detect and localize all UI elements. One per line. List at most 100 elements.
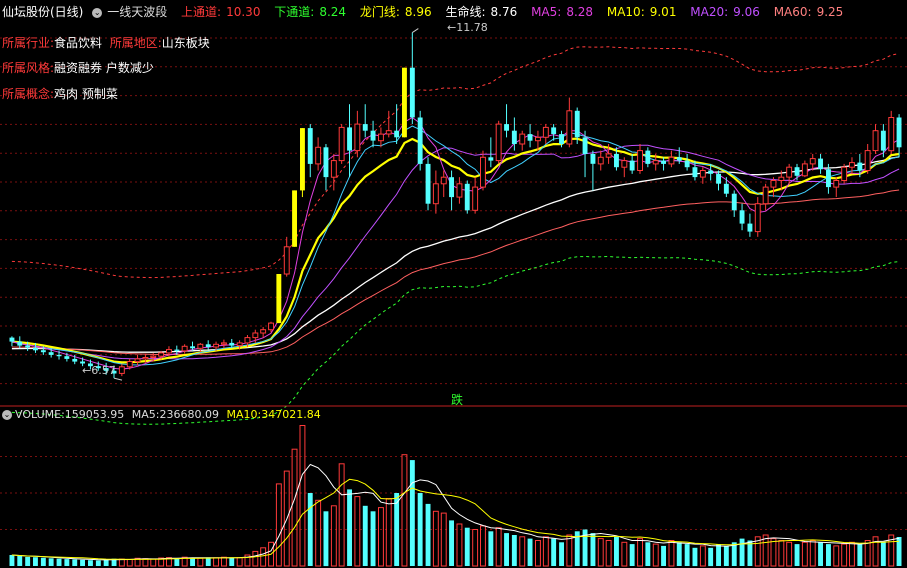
info-row-industry: 所属行业:食品饮料 所属地区:山东板块 [2,35,210,51]
style-label: 所属风格: [2,61,55,75]
volume-bar-down [25,556,31,566]
volume-bar-down [645,542,651,566]
candle-down [229,342,235,346]
candle-up [378,133,384,142]
chevron-down-icon[interactable]: ⌄ [2,410,12,420]
candle-down [205,344,211,347]
candle-down [559,134,564,144]
upper-channel-line [11,46,900,279]
annotation-marks [113,28,419,381]
volume-bar-down [174,558,180,566]
candle-up [801,163,808,177]
volume-bar-down [205,557,211,566]
candle-down [739,210,745,224]
volume-ma5-label: MA5: [131,408,160,421]
candle-down [425,163,431,204]
ma20-value: 9.06 [733,5,760,19]
candle-down [409,67,415,118]
ma5-line [11,116,900,370]
volume-label: VOLUME: [15,408,65,421]
life-value: 8.76 [490,5,518,19]
style-value: 融资融券 户数减少 [54,61,154,75]
candle-up [440,176,447,185]
volume-bar-up [495,527,502,567]
candle-down [676,157,682,161]
volume-bar-up [378,507,384,567]
candle-up [495,123,502,162]
candle-down [896,117,902,148]
volume-bar-down [590,533,596,566]
volume-bar-up [236,557,243,567]
candle-down [818,158,823,170]
candle-down [417,117,423,164]
volume-bar-up [456,523,463,567]
industry-label: 所属行业: [2,36,55,50]
candle-down [17,341,23,346]
high-price-label: ←11.78 [447,21,488,34]
candle-down [307,128,313,164]
volume-bar-up [315,499,322,567]
volume-bar-down [794,544,800,566]
volume-bar-up [566,534,573,567]
candle-up [849,162,855,168]
volume-bar-down [551,538,557,566]
info-row-style: 所属风格:融资融券 户数减少 [2,60,154,76]
volume-bar-down [488,531,494,566]
volume-bar-up [440,512,447,567]
volume-bar-down [449,520,454,566]
volume-bar-down [40,557,46,566]
volume-bar-down [9,555,15,566]
candle-down [40,350,46,353]
volume-bar-down [33,557,38,566]
candle-down [645,150,651,164]
volume-bar-up [221,556,227,567]
volume-bar-down [692,547,698,567]
candle-up [150,355,157,359]
volume-bar-down [409,460,415,566]
volume-bar-down [72,559,78,566]
volume-bar-down [80,559,85,566]
candle-up [652,160,659,165]
stock-title[interactable]: 仙坛股份(日线) [2,5,83,19]
volume-ma5-value: 236680.09 [159,408,220,421]
volume-bar-up [864,540,871,567]
candle-up [252,332,259,339]
candle-up [778,176,785,181]
candle-down [72,358,78,362]
volume-bar-down [417,493,423,566]
candle-down [48,352,54,355]
industry-value: 食品饮料 [54,36,103,50]
volume-bar-up [338,463,345,567]
volume-bars [9,425,902,567]
volume-bar-up [668,540,675,567]
indicator-selector[interactable]: ⌄ 一线天波段 [92,5,172,19]
volume-bar-down [190,557,195,566]
volume-bar-up [849,541,855,567]
candle-limit-up [292,190,297,247]
candle-up [221,342,227,345]
candle-up [770,180,777,188]
volume-bar-up [637,538,643,567]
chevron-down-icon[interactable]: ⌄ [92,7,103,18]
candle-up [126,361,133,368]
candle-up [888,117,895,152]
candle-up [213,343,220,348]
candle-up [542,126,549,138]
candle-up [833,180,840,188]
volume-bar-down [527,538,533,566]
volume-bar-up [401,454,408,567]
stock-chart[interactable] [0,0,907,568]
volume-bar-down [504,533,509,566]
volume-bar-up [605,540,612,567]
volume-bar-up [126,558,133,567]
candle-up [330,160,337,178]
volume-ma5-line [11,463,900,561]
dragon-line [11,137,900,364]
volume-bar-down [629,544,635,566]
volume-bar-down [826,544,831,566]
price-grid [0,37,907,385]
ma60-value: 9.25 [816,5,844,19]
volume-bar-down [708,547,714,567]
candle-down [826,169,831,188]
candle-up [864,150,871,172]
